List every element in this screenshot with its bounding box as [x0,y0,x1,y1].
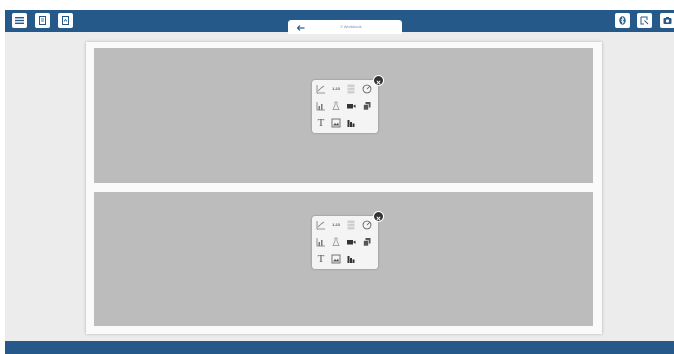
bluetooth-icon [618,16,627,25]
image-icon[interactable] [330,253,342,265]
text-icon[interactable]: T [315,253,327,265]
display-panel-2[interactable]: 1.23 T [94,192,593,326]
video-icon[interactable] [345,100,357,112]
file-icon [38,16,47,25]
page-title[interactable]: 2 Workbook [316,20,386,34]
display-picker: 1.23 T [312,75,384,133]
histogram-icon[interactable] [345,117,357,129]
close-button[interactable] [373,75,384,86]
export-button[interactable] [58,13,73,28]
table-icon[interactable] [345,219,357,231]
export-icon [61,16,70,25]
display-panel-1[interactable]: 1.23 T [94,48,593,183]
line-graph-icon[interactable] [315,219,327,231]
bottom-bar [5,341,674,354]
bluetooth-button[interactable] [615,13,630,28]
display-picker: 1.23 T [312,211,384,269]
workspace-page: 1.23 T 1.23 T [86,42,602,334]
text-icon[interactable]: T [315,117,327,129]
menu-button[interactable] [12,13,27,28]
table-icon[interactable] [345,83,357,95]
close-icon [376,208,381,226]
copy-icon[interactable] [361,100,373,112]
bar-chart-icon[interactable] [315,100,327,112]
close-button[interactable] [373,211,384,222]
image-icon[interactable] [330,117,342,129]
cursor-button[interactable] [637,13,652,28]
copy-icon[interactable] [361,236,373,248]
number-display-icon[interactable]: 1.23 [330,219,342,231]
camera-button[interactable] [660,13,674,28]
back-arrow-icon [296,18,305,36]
number-display-icon[interactable]: 1.23 [330,83,342,95]
histogram-icon[interactable] [345,253,357,265]
bar-chart-icon[interactable] [315,236,327,248]
back-button[interactable] [294,20,308,34]
file-button[interactable] [35,13,50,28]
gauge-icon[interactable] [361,83,373,95]
flask-icon[interactable] [330,100,342,112]
camera-icon [663,16,672,25]
video-icon[interactable] [345,236,357,248]
line-graph-icon[interactable] [315,83,327,95]
close-icon [376,72,381,90]
flask-icon[interactable] [330,236,342,248]
menu-icon [15,16,24,25]
gauge-icon[interactable] [361,219,373,231]
cursor-icon [640,16,649,25]
page-tab[interactable]: 2 Workbook [288,20,402,34]
